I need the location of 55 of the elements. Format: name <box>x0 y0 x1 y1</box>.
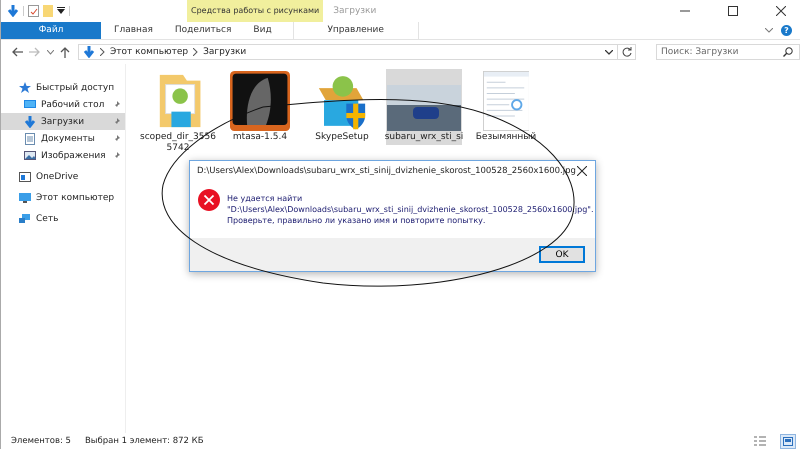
screenshot-thumbnail <box>482 71 530 131</box>
help-button[interactable]: ? <box>781 25 792 36</box>
large-icons-view-button[interactable] <box>780 434 796 448</box>
ribbon-tab[interactable]: Главная <box>103 22 164 39</box>
contextual-tab-group: Средства работы с рисунками <box>187 0 324 22</box>
back-arrow-icon[interactable] <box>11 47 23 57</box>
sidebar-item[interactable]: Быстрый доступ <box>1 79 125 96</box>
document-icon <box>24 132 36 144</box>
window-title: Загрузки <box>332 6 376 16</box>
file-item[interactable]: SkypeSetup <box>304 69 380 145</box>
error-icon <box>198 189 220 211</box>
file-item[interactable]: mtasa-1.5.4 <box>222 69 298 145</box>
sidebar-item[interactable]: Документы <box>1 130 125 147</box>
details-view-icon[interactable] <box>754 436 766 446</box>
sidebar-item[interactable]: Изображения <box>1 147 125 164</box>
close-icon[interactable] <box>577 166 587 176</box>
selection-info: Выбран 1 элемент: 872 КБ <box>84 436 204 446</box>
chevron-down-icon[interactable] <box>765 28 773 34</box>
ribbon-tab[interactable]: Вид <box>242 22 283 39</box>
breadcrumb[interactable]: Загрузки <box>203 47 246 57</box>
sidebar-item[interactable]: Сеть <box>1 210 125 227</box>
maximize-icon[interactable] <box>728 6 738 16</box>
ribbon-tab[interactable]: Поделиться <box>164 22 242 39</box>
pictures-icon <box>24 150 36 162</box>
large-icons-view-icon <box>783 436 793 446</box>
search-field[interactable]: Поиск: Загрузки <box>656 44 800 60</box>
ribbon-tab[interactable]: Файл <box>1 22 101 39</box>
recent-caret-icon[interactable] <box>47 50 54 54</box>
sidebar-item[interactable]: Загрузки <box>1 113 125 130</box>
sidebar-item[interactable]: Рабочий стол <box>1 96 125 113</box>
network-icon <box>19 212 31 224</box>
download-arrow-icon <box>83 46 95 58</box>
portrait-thumbnail <box>230 71 290 131</box>
properties-icon[interactable] <box>28 5 39 17</box>
dropdown-caret-icon[interactable] <box>57 7 65 15</box>
sidebar-item[interactable]: Этот компьютер <box>1 189 125 206</box>
history-caret-icon[interactable] <box>605 50 613 54</box>
address-bar[interactable]: Этот компьютер Загрузки <box>78 44 618 60</box>
breadcrumb[interactable]: Этот компьютер <box>110 47 188 57</box>
chevron-right-icon[interactable] <box>100 48 105 56</box>
chevron-right-icon[interactable] <box>193 48 198 56</box>
desktop-icon <box>24 98 36 110</box>
up-arrow-icon[interactable] <box>60 46 70 58</box>
download-icon <box>24 116 36 128</box>
close-icon[interactable] <box>776 6 786 16</box>
file-item[interactable]: subaru_wrx_sti_si <box>386 69 462 145</box>
refresh-button[interactable] <box>618 44 636 60</box>
ok-button[interactable]: OK <box>539 246 585 263</box>
star-icon <box>19 82 31 94</box>
refresh-icon <box>622 47 632 57</box>
item-count: Элементов: 5 <box>11 436 71 446</box>
computer-icon <box>19 192 31 204</box>
download-arrow-icon[interactable] <box>7 5 19 17</box>
ribbon-tab[interactable]: Управление <box>292 22 419 39</box>
sidebar-item[interactable]: OneDrive <box>1 168 125 185</box>
